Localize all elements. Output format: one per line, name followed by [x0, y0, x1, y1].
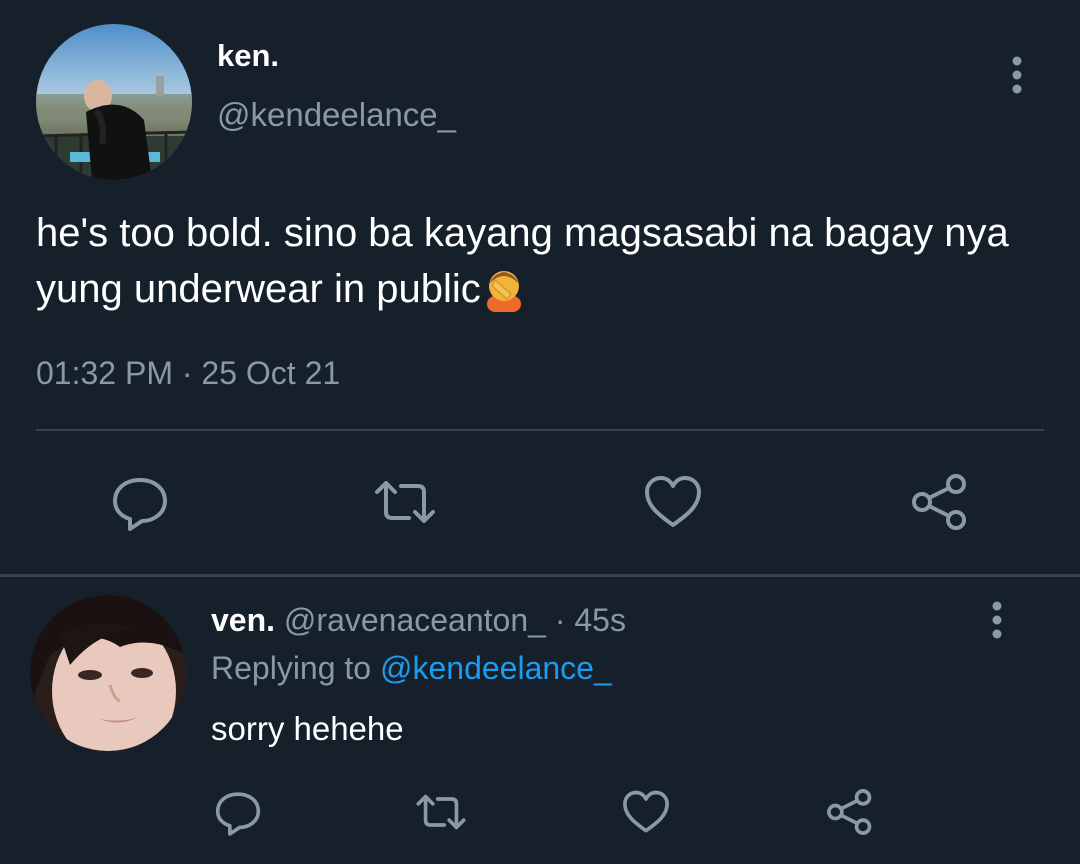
reply-reply-icon[interactable] — [212, 786, 264, 838]
handle[interactable]: @kendeelance_ — [217, 96, 456, 134]
reply-retweet-icon[interactable] — [415, 786, 467, 838]
more-options-icon[interactable] — [1000, 55, 1034, 99]
section-divider — [0, 574, 1080, 577]
replying-prefix: Replying to — [211, 650, 380, 686]
divider — [36, 429, 1044, 431]
tweet-text: he's too bold. sino ba kayang magsasabi … — [36, 205, 1036, 317]
reply-handle[interactable]: @ravenaceanton_ — [284, 602, 546, 638]
tweet-timestamp[interactable]: 01:32 PM · 25 Oct 21 — [36, 355, 340, 392]
reply-like-icon[interactable] — [620, 786, 672, 838]
replying-mention-link[interactable]: @kendeelance_ — [380, 650, 612, 686]
display-name[interactable]: ken. — [217, 38, 279, 74]
reply-avatar-photo — [30, 595, 186, 751]
reply-age: · 45s — [554, 602, 626, 638]
retweet-icon[interactable] — [373, 470, 437, 534]
reply-icon[interactable] — [108, 470, 172, 534]
replying-to: Replying to @kendeelance_ — [211, 650, 612, 687]
reply-avatar[interactable] — [30, 595, 186, 751]
reply-more-options-icon[interactable] — [982, 600, 1012, 642]
tweet-time: 01:32 PM — [36, 355, 173, 391]
share-icon[interactable] — [908, 470, 972, 534]
facepalm-emoji-icon — [481, 266, 527, 312]
reply-display-name[interactable]: ven. — [211, 602, 275, 638]
tweet-date: 25 Oct 21 — [201, 355, 341, 391]
like-icon[interactable] — [641, 470, 705, 534]
avatar-photo — [36, 24, 192, 180]
reply-share-icon[interactable] — [824, 786, 876, 838]
avatar[interactable] — [36, 24, 192, 180]
reply-text: sorry hehehe — [211, 710, 404, 747]
reply-header: ven. @ravenaceanton_ · 45s — [211, 602, 626, 639]
meta-separator: · — [172, 355, 202, 391]
